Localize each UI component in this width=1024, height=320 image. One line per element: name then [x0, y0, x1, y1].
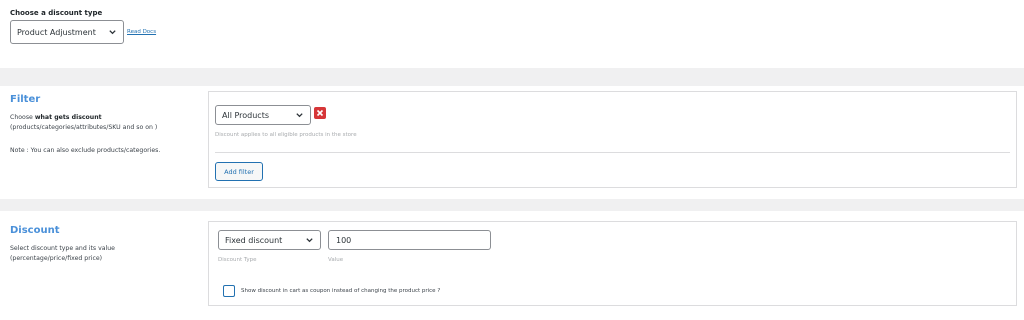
filter-products-select[interactable]: All Products — [215, 105, 311, 125]
filter-hint: Discount applies to all eligible product… — [215, 132, 357, 138]
filter-panel: All Products Discount applies to all eli… — [208, 91, 1017, 188]
discount-panel: Fixed discount 100 Discount Type Value S… — [208, 221, 1017, 306]
discount-desc-line2: (percentage/price/fixed price) — [10, 255, 103, 262]
discount-type-value-2: Fixed discount — [225, 235, 283, 245]
remove-filter-button[interactable] — [314, 107, 326, 119]
close-icon — [316, 109, 324, 117]
filter-description: Choose what gets discount (products/cate… — [10, 113, 157, 133]
filter-section: Filter Choose what gets discount (produc… — [0, 86, 1024, 199]
discount-description: Select discount type and its value (perc… — [10, 244, 115, 264]
filter-desc-bold: what gets discount — [34, 114, 102, 121]
section-separator — [0, 68, 1024, 86]
discount-type-select-2[interactable]: Fixed discount — [218, 230, 321, 250]
discount-type-section: Choose a discount type Product Adjustmen… — [0, 0, 1024, 68]
coupon-checkbox-label: Show discount in cart as coupon instead … — [241, 288, 441, 294]
discount-value-input[interactable]: 100 — [328, 230, 491, 250]
read-docs-link[interactable]: Read Docs — [127, 29, 156, 35]
filter-note: Note : You can also exclude products/cat… — [10, 147, 161, 154]
filter-title: Filter — [10, 94, 41, 105]
filter-products-value: All Products — [222, 110, 270, 120]
discount-section: Discount Select discount type and its va… — [0, 211, 1024, 320]
discount-value-caption: Value — [328, 257, 344, 263]
discount-type-caption: Discount Type — [218, 257, 257, 263]
filter-divider — [215, 152, 1010, 153]
chevron-down-icon — [295, 111, 304, 120]
discount-type-value: Product Adjustment — [17, 27, 96, 37]
chevron-down-icon — [305, 236, 314, 245]
add-filter-button[interactable]: Add filter — [215, 162, 263, 181]
filter-desc-prefix: Choose — [10, 114, 35, 121]
chevron-down-icon — [108, 28, 117, 37]
discount-desc-line1: Select discount type and its value — [10, 245, 115, 252]
discount-title: Discount — [10, 225, 60, 236]
section-separator — [0, 199, 1024, 211]
filter-desc-line2: (products/categories/attributes/SKU and … — [10, 124, 158, 131]
discount-type-label: Choose a discount type — [10, 9, 103, 17]
discount-type-select[interactable]: Product Adjustment — [10, 20, 124, 44]
coupon-checkbox[interactable] — [223, 285, 235, 297]
